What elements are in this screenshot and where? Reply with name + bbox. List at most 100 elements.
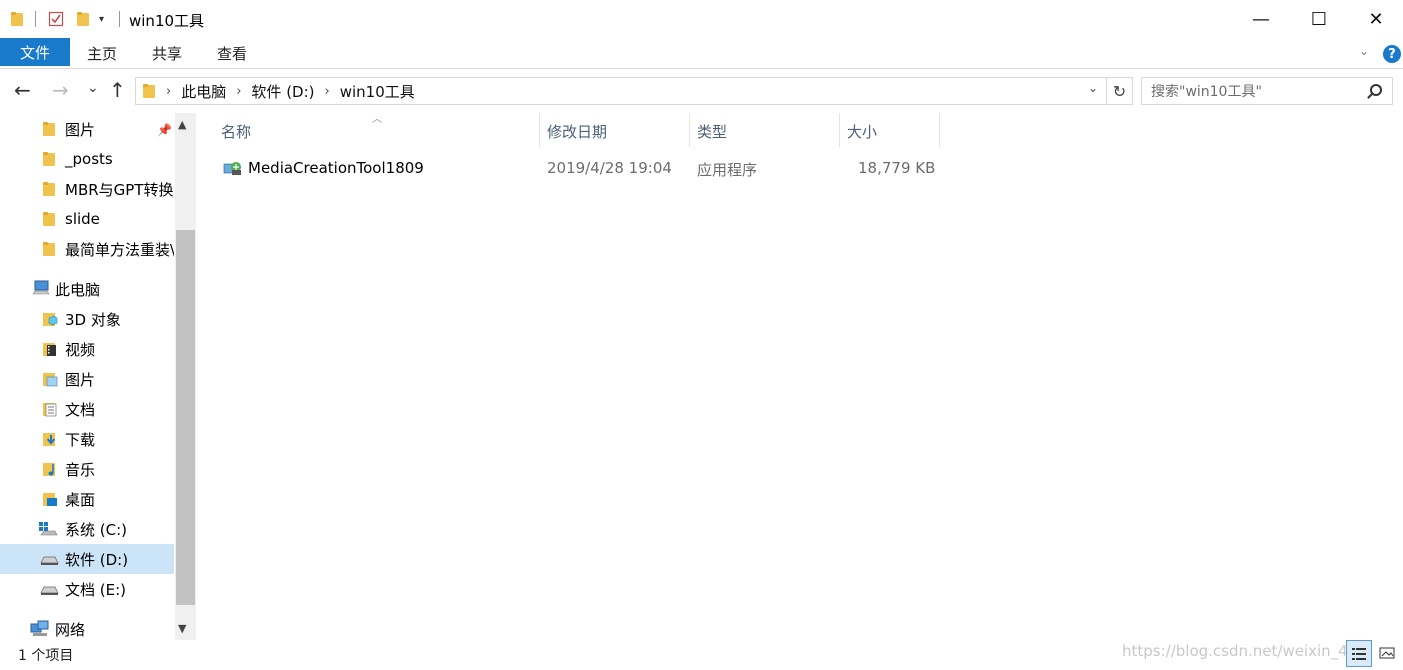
- chevron-right-icon[interactable]: ›: [236, 84, 241, 99]
- sidebar-item-slide[interactable]: slide: [0, 204, 174, 234]
- separator: [119, 10, 120, 28]
- scroll-up-icon[interactable]: ▲: [178, 118, 186, 131]
- file-date: 2019/4/28 19:04: [547, 159, 672, 177]
- drive-icon: [40, 582, 59, 598]
- address-bar[interactable]: › 此电脑 › 软件 (D:) › win10工具: [135, 77, 1107, 105]
- column-divider[interactable]: [539, 113, 540, 147]
- sidebar-item-label: 文档 (E:): [65, 580, 127, 599]
- column-divider[interactable]: [839, 113, 840, 147]
- sidebar-item-desktop[interactable]: 桌面: [0, 484, 174, 514]
- desktop-icon: [42, 491, 58, 507]
- sidebar-item-label: _posts: [65, 150, 113, 168]
- sidebar-item-drive-d[interactable]: 软件 (D:): [0, 544, 174, 574]
- sidebar-item-label: 音乐: [65, 460, 96, 479]
- title-bar: ▾ win10工具 — ☐ ✕: [0, 0, 1403, 38]
- sidebar-item-3d-objects[interactable]: 3D 对象: [0, 304, 174, 334]
- computer-icon: [32, 280, 50, 296]
- sidebar-item-network[interactable]: 网络: [0, 614, 174, 640]
- minimize-button[interactable]: —: [1232, 0, 1290, 38]
- sidebar-item-music[interactable]: 音乐: [0, 454, 174, 484]
- new-folder-icon[interactable]: [76, 10, 90, 28]
- address-dropdown-icon[interactable]: ⌄: [1088, 81, 1098, 95]
- search-icon[interactable]: [1370, 84, 1382, 96]
- sidebar-item-downloads[interactable]: 下载: [0, 424, 174, 454]
- tab-home[interactable]: 主页: [87, 43, 117, 64]
- sidebar-item-label: 软件 (D:): [65, 550, 129, 569]
- table-row[interactable]: MediaCreationTool1809 2019/4/28 19:04 应用…: [217, 153, 939, 183]
- sidebar-item-label: 文档: [65, 400, 96, 419]
- refresh-button[interactable]: ↻: [1107, 77, 1133, 105]
- sidebar-item-videos[interactable]: 视频: [0, 334, 174, 364]
- expand-ribbon-icon[interactable]: ⌄: [1359, 44, 1369, 58]
- tab-file[interactable]: 文件: [0, 38, 70, 66]
- sidebar-item-drive-e[interactable]: 文档 (E:): [0, 574, 174, 604]
- chevron-right-icon[interactable]: ›: [325, 84, 330, 99]
- sidebar-item-label: 图片: [65, 120, 96, 139]
- details-view-icon[interactable]: [1346, 640, 1372, 667]
- sidebar-item-posts[interactable]: _posts: [0, 144, 174, 174]
- tab-share[interactable]: 共享: [152, 43, 182, 64]
- properties-icon[interactable]: [48, 10, 64, 28]
- column-divider[interactable]: [689, 113, 690, 147]
- sidebar-item-label: 最简单方法重装\: [65, 240, 174, 259]
- column-divider[interactable]: [939, 113, 940, 147]
- sidebar-item-drive-c[interactable]: 系统 (C:): [0, 514, 174, 544]
- folder-icon: [42, 121, 58, 137]
- pin-icon: 📌: [157, 123, 172, 137]
- up-button[interactable]: ↑: [109, 78, 126, 102]
- status-item-count: 1 个项目: [18, 648, 74, 664]
- back-button[interactable]: ←: [14, 78, 31, 102]
- recent-locations-button[interactable]: ⌄: [87, 80, 99, 96]
- drive-icon: [40, 552, 59, 568]
- sidebar-scrollbar-thumb[interactable]: [176, 230, 195, 605]
- sidebar-item-label: MBR与GPT转换: [65, 180, 174, 199]
- watermark: https://blog.csdn.net/weixin_42: [1122, 642, 1358, 660]
- column-header-size[interactable]: 大小: [847, 116, 877, 146]
- separator: [35, 10, 36, 28]
- sidebar-item-pictures-pinned[interactable]: 图片 📌: [0, 114, 174, 144]
- folder-icon: [42, 211, 58, 227]
- maximize-button[interactable]: ☐: [1290, 0, 1348, 38]
- breadcrumb-drive-d[interactable]: 软件 (D:): [251, 81, 314, 102]
- sidebar-item-label: 视频: [65, 340, 96, 359]
- sort-ascending-icon: ︿: [372, 114, 382, 125]
- sidebar-item-pictures[interactable]: 图片: [0, 364, 174, 394]
- search-placeholder: 搜索"win10工具": [1151, 84, 1262, 100]
- breadcrumb-current-folder[interactable]: win10工具: [340, 81, 415, 102]
- sidebar-item-reinstall[interactable]: 最简单方法重装\: [0, 234, 174, 264]
- application-icon: [223, 158, 243, 176]
- search-input[interactable]: 搜索"win10工具": [1141, 77, 1393, 105]
- column-header-type[interactable]: 类型: [697, 116, 727, 146]
- sidebar-item-label: 网络: [55, 620, 86, 639]
- navigation-pane: 图片 📌 _posts MBR与GPT转换 slide 最简单方法重装\ 此电脑…: [0, 113, 196, 640]
- tab-view[interactable]: 查看: [217, 43, 247, 64]
- large-icons-view-icon[interactable]: [1374, 640, 1400, 667]
- help-icon[interactable]: ?: [1383, 45, 1401, 63]
- forward-button[interactable]: →: [52, 78, 69, 102]
- folder-icon: [142, 83, 156, 99]
- customize-toolbar-icon[interactable]: ▾: [99, 10, 104, 28]
- video-icon: [42, 341, 58, 357]
- sidebar-item-label: 系统 (C:): [65, 520, 127, 539]
- sidebar-item-label: slide: [65, 210, 100, 228]
- 3d-objects-icon: [42, 311, 58, 327]
- column-header-date[interactable]: 修改日期: [547, 116, 607, 146]
- system-drive-icon: [38, 521, 58, 537]
- sidebar-item-label: 下载: [65, 430, 96, 449]
- pictures-icon: [42, 371, 58, 387]
- sidebar-item-label: 图片: [65, 370, 96, 389]
- folder-icon: [42, 181, 58, 197]
- folder-icon: [42, 151, 58, 167]
- file-type: 应用程序: [697, 161, 758, 179]
- sidebar-item-documents[interactable]: 文档: [0, 394, 174, 424]
- documents-icon: [42, 401, 58, 417]
- sidebar-item-this-pc[interactable]: 此电脑: [0, 274, 174, 304]
- ribbon: 文件 主页 共享 查看 ⌄ ?: [0, 38, 1403, 69]
- chevron-right-icon[interactable]: ›: [166, 84, 171, 99]
- column-header-name[interactable]: 名称: [221, 116, 251, 146]
- close-button[interactable]: ✕: [1347, 0, 1403, 38]
- sidebar-item-mbr-gpt[interactable]: MBR与GPT转换: [0, 174, 174, 204]
- breadcrumb-this-pc[interactable]: 此电脑: [181, 81, 226, 102]
- file-name: MediaCreationTool1809: [248, 159, 424, 177]
- scroll-down-icon[interactable]: ▼: [178, 622, 186, 635]
